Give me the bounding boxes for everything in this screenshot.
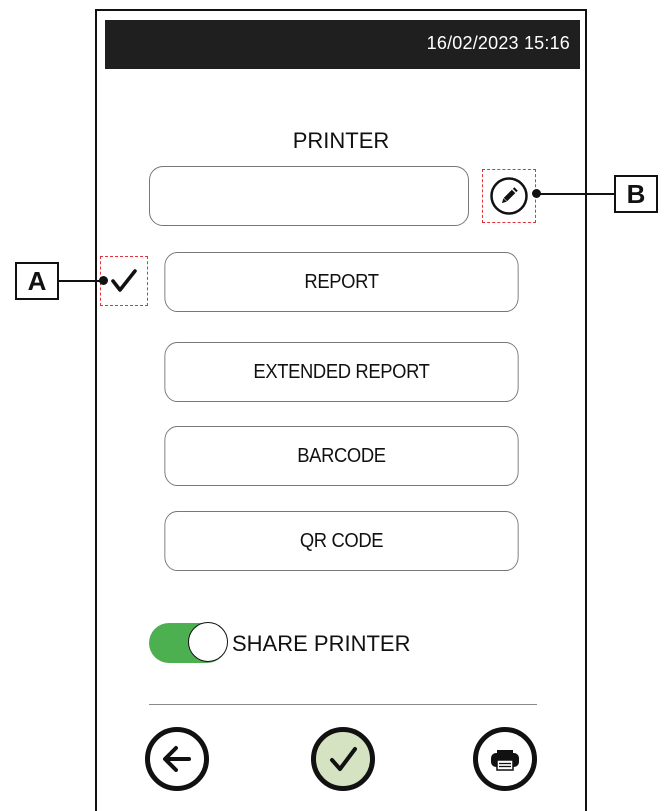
option-report-button[interactable]: REPORT [164,252,519,312]
check-icon [111,269,137,292]
option-report-label: REPORT [304,270,379,293]
status-bar: 16/02/2023 15:16 [105,20,580,69]
callout-a-label: A [15,262,59,300]
screen: 16/02/2023 15:16 PRINTER REPORT EXTENDED… [0,0,664,811]
device-frame: 16/02/2023 15:16 PRINTER REPORT EXTENDED… [95,9,587,811]
print-button[interactable] [473,727,537,791]
callout-b-line [537,193,615,195]
check-icon [330,747,357,771]
back-button[interactable] [145,727,209,791]
share-printer-toggle[interactable] [149,622,228,663]
status-datetime: 16/02/2023 15:16 [426,33,570,53]
divider [149,704,537,705]
printer-icon [491,750,519,771]
toggle-knob [188,622,228,662]
printer-name-field[interactable] [149,166,469,226]
confirm-button[interactable] [311,727,375,791]
edit-printer-button[interactable] [482,169,536,223]
callout-a-dot [99,276,108,285]
option-barcode-label: BARCODE [297,444,386,467]
callout-b-label: B [614,175,658,213]
option-qr-code-button[interactable]: QR CODE [164,511,519,571]
pencil-icon [490,177,528,215]
option-barcode-button[interactable]: BARCODE [164,426,519,486]
option-qr-code-label: QR CODE [299,529,384,552]
page-title: PRINTER [292,128,390,153]
arrow-left-icon [163,746,191,772]
callout-a-line [58,280,102,282]
option-extended-report-label: EXTENDED REPORT [253,360,430,383]
share-printer-label: SHARE PRINTER [232,631,411,656]
option-extended-report-button[interactable]: EXTENDED REPORT [164,342,519,402]
callout-b-dot [532,189,541,198]
